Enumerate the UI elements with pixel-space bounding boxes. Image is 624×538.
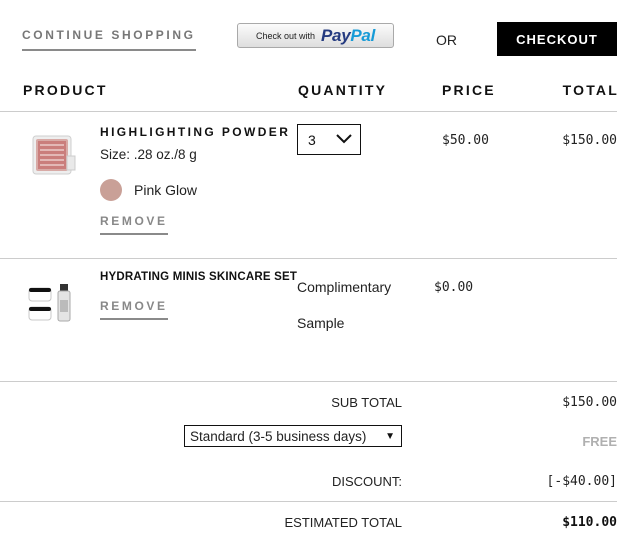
- paypal-logo: PayPal: [321, 25, 375, 45]
- shade-name: Pink Glow: [134, 182, 198, 198]
- continue-shopping-link[interactable]: CONTINUE SHOPPING: [22, 28, 196, 51]
- chevron-down-icon: [336, 131, 352, 149]
- item-total: $150.00: [562, 133, 617, 148]
- item-name[interactable]: HIGHLIGHTING POWDER: [100, 125, 290, 139]
- shipping-cost: FREE: [582, 434, 617, 449]
- header-price: PRICE: [442, 82, 496, 98]
- divider: [0, 501, 617, 502]
- item-price: $50.00: [442, 133, 489, 148]
- subtotal-value: $150.00: [562, 395, 617, 410]
- header-total: TOTAL: [562, 82, 619, 98]
- sample-text: Sample: [297, 315, 345, 331]
- header-quantity: QUANTITY: [298, 82, 388, 98]
- divider: [0, 258, 617, 259]
- estimated-total-label: ESTIMATED TOTAL: [284, 515, 402, 530]
- discount-label: DISCOUNT:: [331, 474, 402, 489]
- shade-swatch: [100, 179, 122, 201]
- shipping-method-value: Standard (3-5 business days): [190, 428, 367, 444]
- quantity-select[interactable]: 3: [297, 124, 361, 155]
- paypal-prefix-text: Check out with: [255, 30, 316, 41]
- skincare-jars-icon[interactable]: [27, 280, 77, 330]
- or-separator: OR: [436, 32, 457, 48]
- divider: [0, 111, 617, 112]
- header-product: PRODUCT: [23, 82, 108, 98]
- complimentary-text: Complimentary: [297, 279, 392, 295]
- remove-item-button[interactable]: REMOVE: [100, 299, 168, 320]
- compact-powder-icon[interactable]: [27, 130, 77, 180]
- item-name[interactable]: HYDRATING MINIS SKINCARE SET: [100, 271, 297, 283]
- shipping-method-select[interactable]: Standard (3-5 business days) ▼: [184, 425, 402, 447]
- item-price: $0.00: [434, 280, 474, 295]
- paypal-checkout-button[interactable]: Check out with PayPal: [237, 23, 394, 48]
- checkout-button[interactable]: CHECKOUT: [497, 22, 617, 56]
- quantity-value: 3: [308, 131, 316, 148]
- discount-value: [-$40.00]: [546, 474, 617, 489]
- dropdown-arrow-icon: ▼: [385, 430, 395, 442]
- divider: [0, 381, 617, 382]
- item-size: Size: .28 oz./8 g: [100, 147, 197, 162]
- subtotal-label: SUB TOTAL: [331, 395, 402, 410]
- estimated-total-value: $110.00: [562, 515, 617, 530]
- remove-item-button[interactable]: REMOVE: [100, 214, 168, 235]
